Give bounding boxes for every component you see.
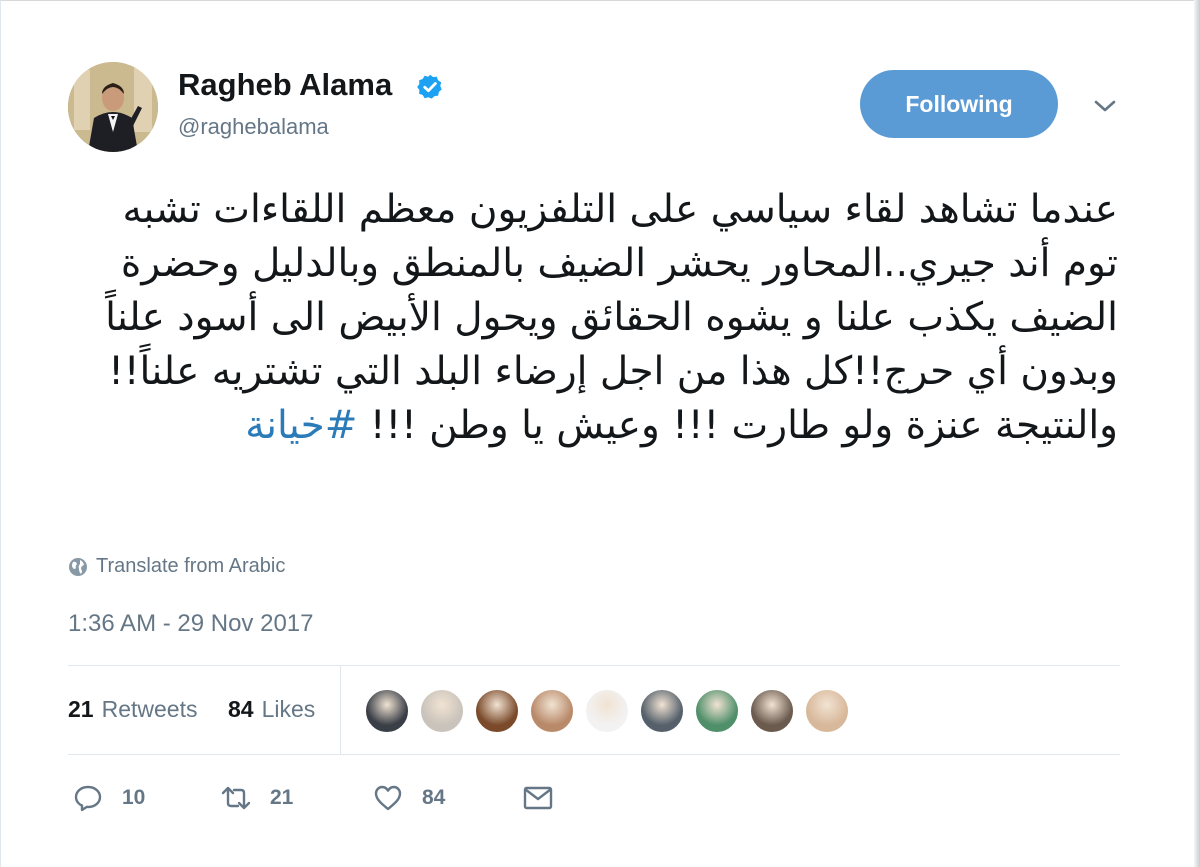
likes-count: 84 xyxy=(228,696,254,722)
retweets-label: Retweets xyxy=(101,696,198,722)
retweet-button[interactable]: 21 xyxy=(220,782,293,814)
reply-count: 10 xyxy=(122,786,146,809)
profile-avatar[interactable] xyxy=(68,62,158,152)
divider xyxy=(68,665,1120,666)
liker-avatar-6[interactable] xyxy=(639,688,685,734)
retweet-icon xyxy=(221,786,251,810)
direct-message-button[interactable] xyxy=(522,782,572,814)
liker-avatar-8[interactable] xyxy=(749,688,795,734)
liker-avatar-4[interactable] xyxy=(529,688,575,734)
tweet-timestamp[interactable]: 1:36 AM - 29 Nov 2017 xyxy=(68,610,313,638)
liker-avatar-9[interactable] xyxy=(804,688,850,734)
display-name[interactable]: Ragheb Alama xyxy=(178,67,392,103)
translate-link[interactable]: Translate from Arabic xyxy=(68,555,285,578)
liker-avatar-5[interactable] xyxy=(584,688,630,734)
chevron-down-icon[interactable] xyxy=(1092,96,1118,116)
translate-label: Translate from Arabic xyxy=(96,555,286,577)
retweet-count: 21 xyxy=(270,786,294,809)
stats-divider xyxy=(340,666,341,754)
hashtag-link[interactable]: #خيانة xyxy=(245,403,357,448)
tweet-text: عندما تشاهد لقاء سياسي على التلفزيون معظ… xyxy=(70,183,1118,453)
liker-avatar-1[interactable] xyxy=(364,688,410,734)
verified-badge-icon xyxy=(417,74,442,99)
likes-label: Likes xyxy=(261,696,316,722)
like-button[interactable]: 84 xyxy=(372,782,445,814)
retweets-stat[interactable]: 21 Retweets xyxy=(68,696,197,723)
globe-icon xyxy=(69,557,87,576)
liker-avatar-7[interactable] xyxy=(694,688,740,734)
envelope-icon xyxy=(523,786,553,810)
reply-icon xyxy=(74,785,102,812)
heart-icon xyxy=(374,785,402,811)
divider xyxy=(68,754,1120,755)
liker-avatars xyxy=(364,688,859,734)
liker-avatar-2[interactable] xyxy=(419,688,465,734)
following-button[interactable]: Following xyxy=(860,70,1058,138)
liker-avatar-3[interactable] xyxy=(474,688,520,734)
user-handle[interactable]: @raghebalama xyxy=(178,114,329,140)
retweets-count: 21 xyxy=(68,696,94,722)
profile-photo-icon xyxy=(68,62,158,152)
reply-button[interactable]: 10 xyxy=(72,782,145,814)
window-edge xyxy=(1194,0,1200,867)
likes-stat[interactable]: 84 Likes xyxy=(228,696,315,723)
like-count: 84 xyxy=(422,786,446,809)
